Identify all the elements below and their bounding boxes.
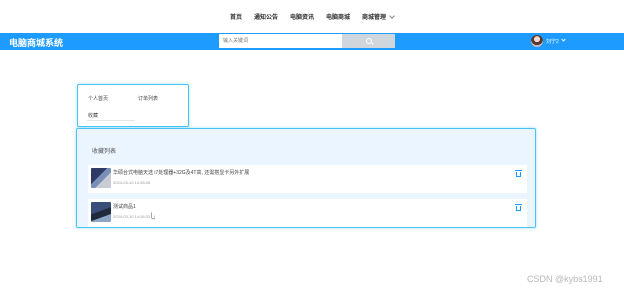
nav-home[interactable]: 首页 bbox=[230, 12, 242, 21]
list-item[interactable]: 测试商品1 2024-03-10 14:28:33 bbox=[88, 199, 527, 227]
username[interactable]: 刘宁2 bbox=[546, 38, 559, 45]
item-name[interactable]: 华硕台式电脑天选 i7处理器+32G及4T高, 还需搭显卡另外扩展 bbox=[113, 169, 249, 176]
favorites-title: 收藏列表 bbox=[92, 149, 117, 155]
trash-icon[interactable] bbox=[515, 170, 522, 177]
favorites-panel: 收藏列表 华硕台式电脑天选 i7处理器+32G及4T高, 还需搭显卡另外扩展 2… bbox=[76, 128, 536, 228]
nav-mall[interactable]: 电脑商城 bbox=[326, 12, 350, 21]
item-time: 2024-03-10 14:28:33 bbox=[113, 214, 151, 219]
chevron-down-icon bbox=[389, 12, 395, 19]
menu-item-profile[interactable]: 个人首页 bbox=[88, 95, 108, 102]
nav-notices[interactable]: 通知公告 bbox=[254, 12, 278, 21]
nav-mall-admin[interactable]: 商城管理 bbox=[362, 12, 395, 21]
watermark: CSDN @kybs1991 bbox=[527, 274, 603, 284]
item-time: 2024-03-10 14:28:26 bbox=[113, 180, 151, 185]
avatar[interactable] bbox=[531, 35, 543, 47]
search-input[interactable] bbox=[219, 34, 343, 48]
search-icon bbox=[365, 38, 372, 44]
user-menu-card: 个人首页 订单列表 收藏 bbox=[77, 84, 189, 127]
cursor-icon bbox=[151, 212, 155, 220]
brand-title: 电脑商城系统 bbox=[9, 38, 64, 48]
menu-divider bbox=[87, 120, 135, 121]
product-thumbnail[interactable] bbox=[91, 168, 111, 188]
chevron-down-icon[interactable] bbox=[561, 37, 566, 42]
menu-item-orders[interactable]: 订单列表 bbox=[138, 95, 158, 102]
nav-news[interactable]: 电脑资讯 bbox=[290, 12, 314, 21]
top-nav: 首页 通知公告 电脑资讯 电脑商城 商城管理 bbox=[0, 0, 624, 33]
nav-mall-admin-label: 商城管理 bbox=[362, 15, 387, 21]
product-thumbnail[interactable] bbox=[91, 202, 111, 222]
trash-icon[interactable] bbox=[515, 204, 522, 211]
list-item[interactable]: 华硕台式电脑天选 i7处理器+32G及4T高, 还需搭显卡另外扩展 2024-0… bbox=[88, 165, 527, 193]
item-name[interactable]: 测试商品1 bbox=[113, 203, 136, 210]
header-bar: 电脑商城系统 刘宁2 bbox=[0, 33, 624, 50]
search-button[interactable] bbox=[342, 34, 395, 48]
menu-item-favorites[interactable]: 收藏 bbox=[88, 112, 98, 119]
